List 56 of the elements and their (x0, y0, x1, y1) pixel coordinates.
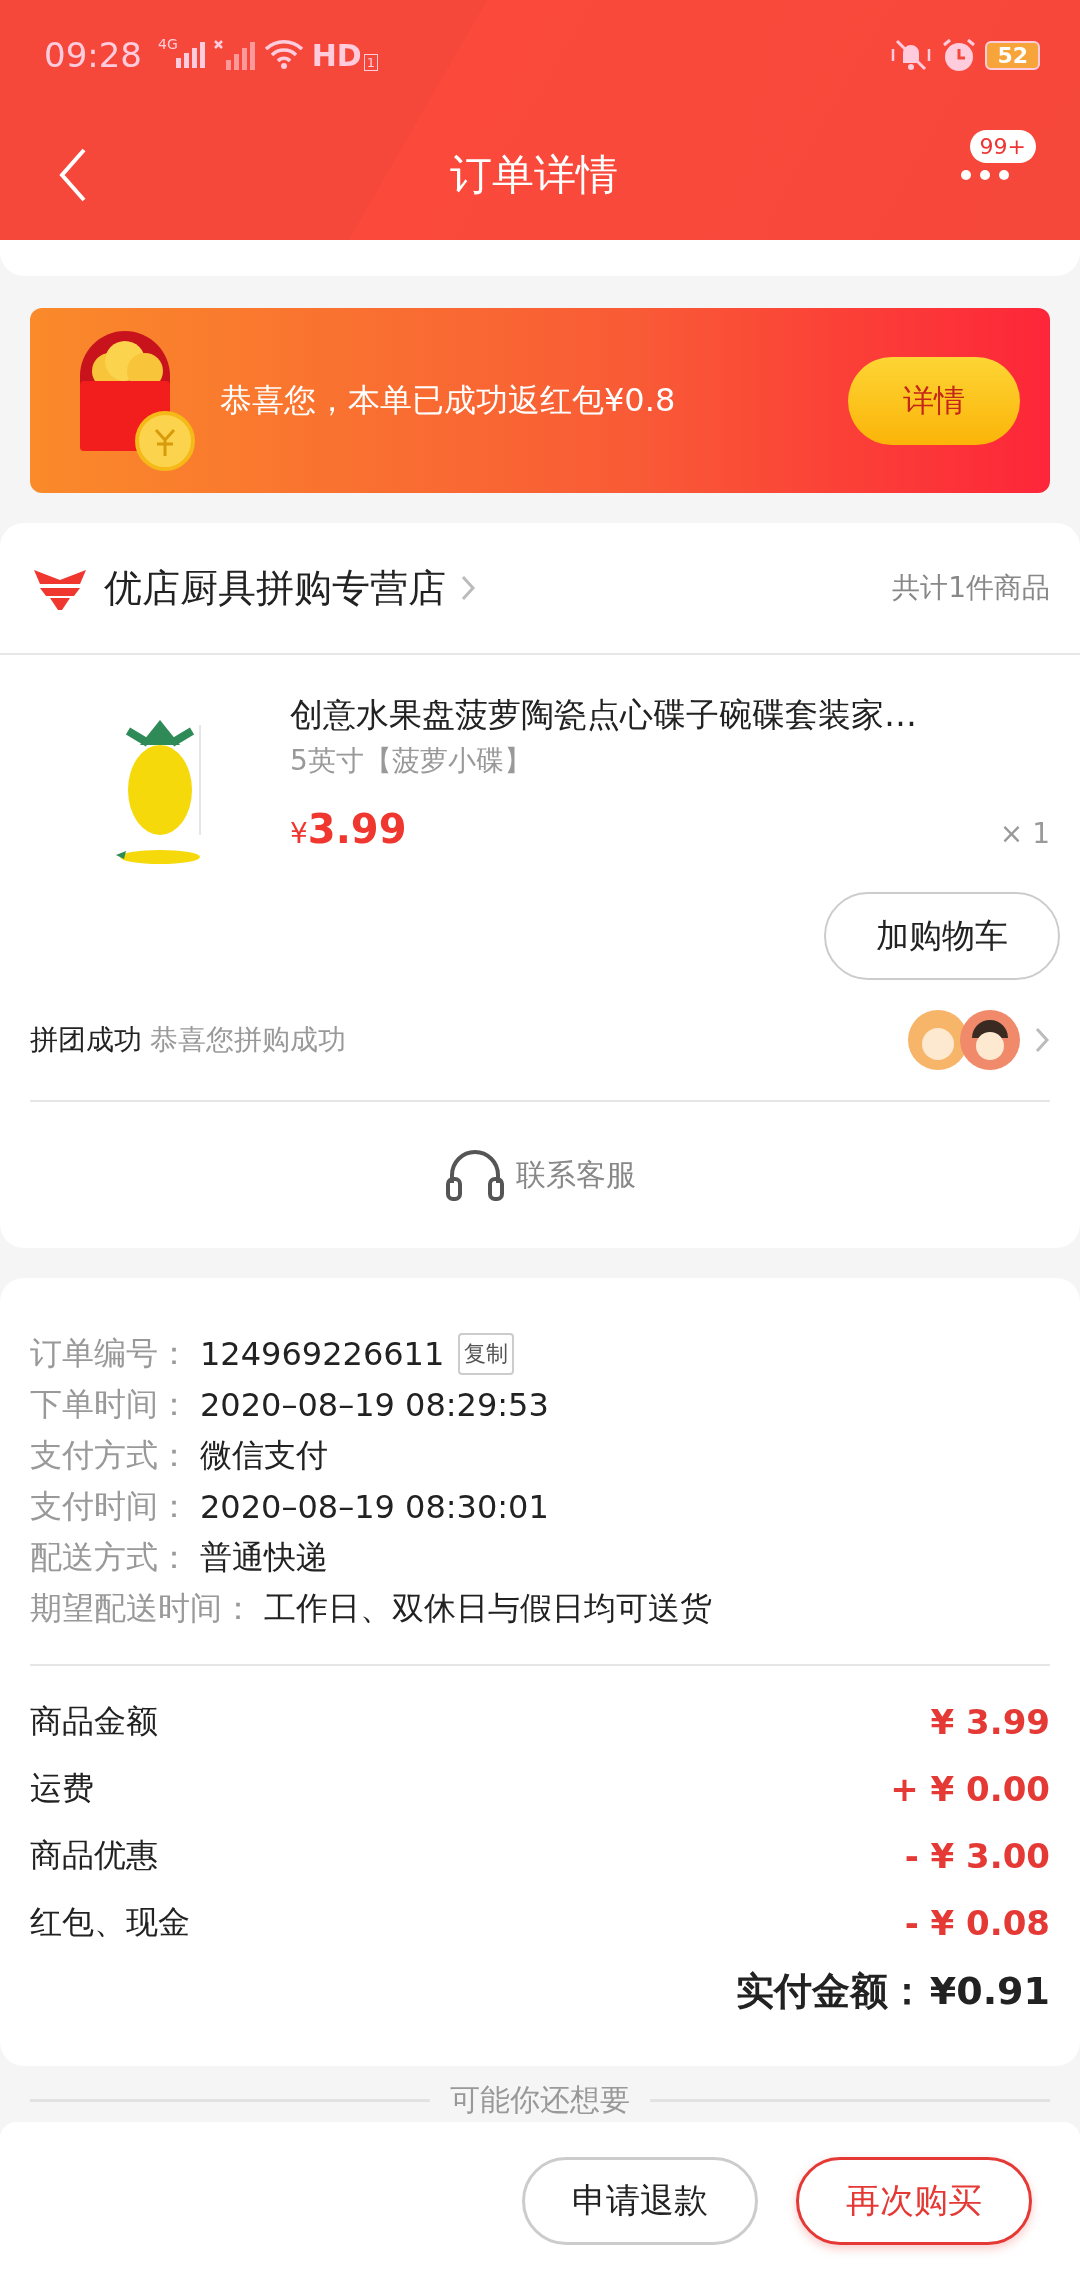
cost-label: 运费 (30, 1767, 94, 1809)
battery-indicator: 52 (985, 40, 1040, 70)
recommend-heading: 可能你还想要 (450, 2081, 630, 2119)
no-signal-icon (213, 40, 256, 70)
cost-label: 商品金额 (30, 1700, 158, 1742)
rebate-message: 恭喜您，本单已成功返红包¥0.8 (220, 379, 677, 421)
alarm-icon (941, 37, 978, 73)
signal-icon (175, 42, 206, 68)
chevron-right-icon (460, 574, 476, 602)
details-button[interactable]: 详情 (848, 356, 1020, 445)
back-icon[interactable] (58, 148, 88, 202)
quantity: × 1 (999, 817, 1050, 850)
info-label: 订单编号： (30, 1332, 190, 1374)
total-label: 实付金额： (735, 1967, 926, 2015)
info-value: 2020–08–19 08:29:53 (200, 1385, 549, 1424)
info-label: 配送方式： (30, 1536, 190, 1578)
info-value: 普通快递 (200, 1536, 328, 1578)
info-value: 124969226611 (200, 1334, 445, 1373)
info-label: 期望配送时间： (30, 1587, 254, 1629)
cost-value: + ¥ 0.00 (890, 1768, 1050, 1809)
info-label: 下单时间： (30, 1383, 190, 1425)
cost-value: ¥ 3.99 (930, 1701, 1050, 1742)
item-count: 共计1件商品 (892, 570, 1050, 606)
info-value: 2020–08–19 08:30:01 (200, 1487, 549, 1526)
customer-service-link[interactable]: 联系客服 (438, 1146, 642, 1204)
avatar-icon (960, 1010, 1020, 1070)
wifi-icon (263, 39, 304, 71)
product-title[interactable]: 创意水果盘菠萝陶瓷点心碟子碗碟套装家… (290, 693, 1060, 738)
info-value: 微信支付 (200, 1434, 328, 1476)
group-status: 拼团成功 (30, 1022, 142, 1058)
group-note: 恭喜您拼购成功 (150, 1022, 346, 1058)
hd-indicator: HD (311, 37, 362, 73)
cost-value: - ¥ 0.08 (904, 1902, 1050, 1943)
status-time: 09:28 (44, 35, 142, 75)
product-price: 3.99 (307, 806, 407, 852)
total-value: ¥0.91 (929, 1969, 1050, 2013)
action-button[interactable]: 再次购买 (796, 2157, 1032, 2245)
network-type: 4G (158, 36, 178, 52)
info-label: 支付方式： (30, 1434, 190, 1476)
page-title: 订单详情 (449, 149, 619, 201)
cost-label: 商品优惠 (30, 1834, 158, 1876)
info-label: 支付时间： (30, 1485, 190, 1527)
headset-icon (444, 1147, 506, 1203)
action-button[interactable]: 申请退款 (522, 2157, 758, 2245)
message-badge: 99+ (969, 130, 1036, 163)
info-value: 工作日、双休日与假日均可送货 (264, 1587, 712, 1629)
store-name[interactable]: 优店厨具拼购专营店 (104, 562, 446, 614)
cost-value: - ¥ 3.00 (904, 1835, 1050, 1876)
cost-label: 红包、现金 (30, 1901, 190, 1943)
chevron-right-icon[interactable] (1034, 1026, 1050, 1054)
product-spec: 5英寸【菠萝小碟】 (290, 743, 533, 779)
copy-button[interactable]: 复制 (458, 1332, 515, 1375)
add-to-cart-button[interactable]: 加购物车 (824, 892, 1060, 980)
currency-symbol: ¥ (290, 817, 308, 850)
more-icon[interactable] (960, 169, 1010, 181)
sim-number: 1 (363, 53, 379, 71)
